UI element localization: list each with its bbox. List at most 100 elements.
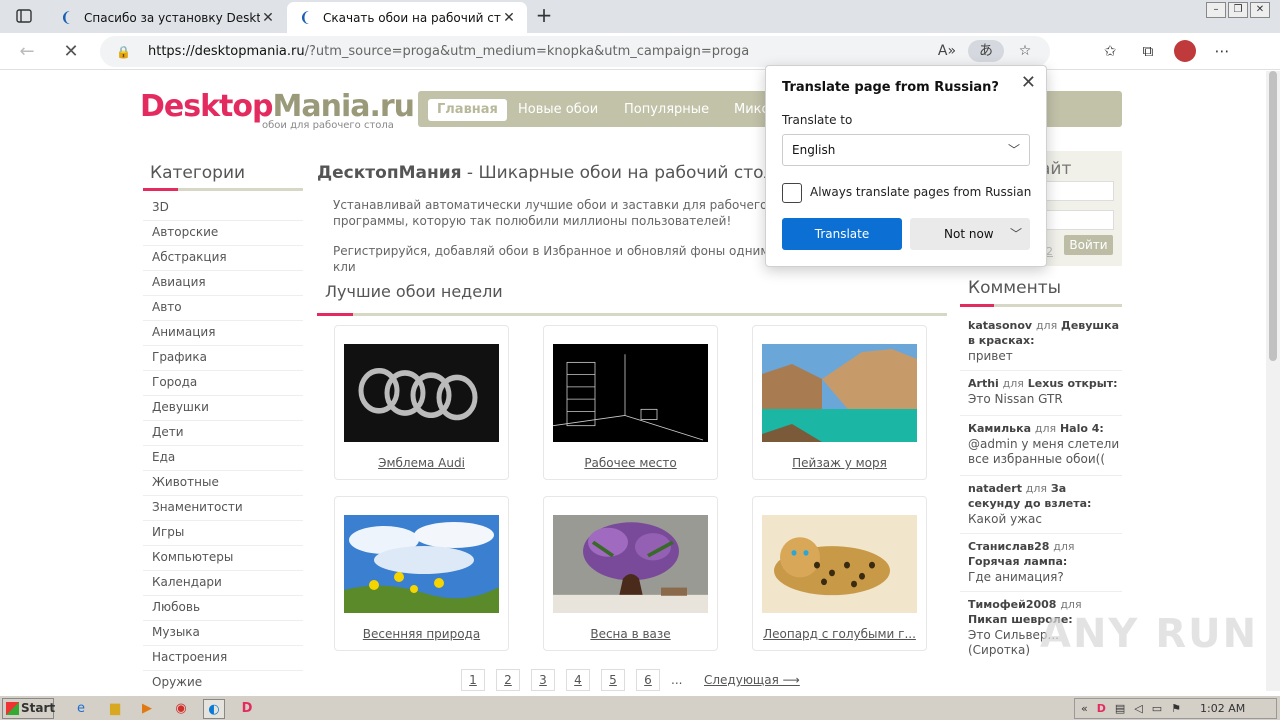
menu-home[interactable]: Главная [428,99,507,121]
close-icon[interactable]: ✕ [1021,72,1036,93]
close-icon[interactable]: ✕ [501,10,517,26]
wallpaper-card[interactable]: Леопард с голубыми г... [752,496,927,651]
category-link[interactable]: Еда [143,446,303,471]
menu-new[interactable]: Новые обои [509,99,607,121]
restore-icon[interactable]: ❐ [1228,2,1248,18]
desktopmania-tray-icon[interactable]: D [1097,702,1106,715]
category-link[interactable]: Абстракция [143,246,303,271]
category-link[interactable]: Города [143,371,303,396]
tab-thanks[interactable]: ❨ Спасибо за установку DesktopMania ✕ [48,2,286,33]
close-window-icon[interactable]: ✕ [1250,2,1270,18]
collections-icon[interactable]: ⧉ [1136,39,1160,63]
ie-icon[interactable]: e [70,699,92,719]
translate-icon[interactable]: あ [968,40,1004,62]
not-now-button[interactable]: Not now ﹀ [910,218,1030,250]
display-icon[interactable]: ▭ [1152,702,1162,715]
page-link[interactable]: 3 [531,669,555,691]
edge-icon[interactable]: ◐ [203,699,225,719]
next-page-link[interactable]: Следующая ⟶ [704,673,800,687]
favorites-icon[interactable]: ✩ [1098,39,1122,63]
more-menu-icon[interactable]: ⋯ [1210,39,1234,63]
read-aloud-icon[interactable]: A» [936,40,958,62]
comment-user[interactable]: Станислав28 [968,540,1049,553]
page-scrollbar[interactable] [1266,71,1280,691]
category-link[interactable]: Знаменитости [143,496,303,521]
comment-user[interactable]: Arthi [968,377,999,390]
language-select[interactable]: English ﹀ [782,134,1030,166]
password-field[interactable] [1040,210,1114,230]
wallpaper-card[interactable]: Эмблема Audi [334,325,509,480]
comment-target[interactable]: Halo 4 [1060,422,1099,435]
back-icon[interactable]: ← [14,39,40,65]
category-link[interactable]: Игры [143,521,303,546]
comment-target[interactable]: Lexus открыт [1028,377,1113,390]
comment-header[interactable]: Камилька для Halo 4: [968,421,1120,436]
flag-icon[interactable]: ⚑ [1171,702,1181,715]
category-link[interactable]: Животные [143,471,303,496]
wallpaper-caption[interactable]: Эмблема Audi [335,456,508,470]
category-link[interactable]: Оружие [143,671,303,691]
comment-user[interactable]: Камилька [968,422,1031,435]
folder-icon[interactable]: ▆ [104,699,126,719]
new-tab-button[interactable]: + [533,5,555,27]
comment-header[interactable]: natadert для За секунду до взлета: [968,481,1120,511]
wallpaper-caption[interactable]: Весна в вазе [544,627,717,641]
comment-user[interactable]: katasonov [968,319,1032,332]
category-link[interactable]: Календари [143,571,303,596]
menu-popular[interactable]: Популярные [615,99,718,121]
category-link[interactable]: Дети [143,421,303,446]
scrollbar-thumb[interactable] [1269,71,1277,361]
page-link[interactable]: 5 [601,669,625,691]
category-link[interactable]: Любовь [143,596,303,621]
login-field[interactable] [1040,181,1114,201]
login-button[interactable]: Войти [1064,235,1113,255]
close-icon[interactable]: ✕ [260,10,276,26]
wallpaper-card[interactable]: Рабочее место [543,325,718,480]
chevron-down-icon[interactable]: ﹀ [1010,218,1022,250]
page-link[interactable]: 1 [461,669,485,691]
wallpaper-card[interactable]: Весенняя природа [334,496,509,651]
desktopmania-icon[interactable]: D [236,699,258,719]
wallpaper-caption[interactable]: Леопард с голубыми г... [753,627,926,641]
category-link[interactable]: Графика [143,346,303,371]
chrome-icon[interactable]: ◉ [170,699,192,719]
category-link[interactable]: 3D [143,196,303,221]
category-link[interactable]: Компьютеры [143,546,303,571]
start-button[interactable]: Start [2,698,55,719]
category-link[interactable]: Авто [143,296,303,321]
wallpaper-card[interactable]: Весна в вазе [543,496,718,651]
volume-icon[interactable]: ◁ [1134,702,1142,715]
category-link[interactable]: Анимация [143,321,303,346]
network-icon[interactable]: ▤ [1115,702,1125,715]
translate-button[interactable]: Translate [782,218,902,250]
add-favorite-icon[interactable]: ☆ [1014,40,1036,62]
category-link[interactable]: Девушки [143,396,303,421]
wallpaper-caption[interactable]: Пейзаж у моря [753,456,926,470]
page-link[interactable]: 2 [496,669,520,691]
always-translate-checkbox[interactable] [782,183,802,203]
wallpaper-caption[interactable]: Рабочее место [544,456,717,470]
category-link[interactable]: Авиация [143,271,303,296]
tab-wallpapers[interactable]: ❨ Скачать обои на рабочий стол ✕ [287,2,527,33]
comment-header[interactable]: katasonov для Девушка в красках: [968,318,1120,348]
site-logo[interactable]: DesktopMania.ru обои для рабочего стола [140,89,415,131]
stop-loading-icon[interactable]: ✕ [58,39,84,65]
category-link[interactable]: Музыка [143,621,303,646]
page-link[interactable]: 4 [566,669,590,691]
tab-actions-icon[interactable] [8,5,40,27]
profile-avatar[interactable] [1174,40,1196,62]
url-field[interactable]: 🔒 https://desktopmania.ru/?utm_source=pr… [100,36,1050,67]
comment-user[interactable]: natadert [968,482,1022,495]
comment-header[interactable]: Станислав28 для Горячая лампа: [968,539,1120,569]
category-link[interactable]: Настроения [143,646,303,671]
wallpaper-caption[interactable]: Весенняя природа [335,627,508,641]
tray-expand-icon[interactable]: « [1081,702,1088,715]
media-player-icon[interactable]: ▶ [136,699,158,719]
wallpaper-card[interactable]: Пейзаж у моря [752,325,927,480]
comment-user[interactable]: Тимофей2008 [968,598,1056,611]
category-link[interactable]: Авторские [143,221,303,246]
comment-header[interactable]: Arthi для Lexus открыт: [968,376,1120,391]
minimize-icon[interactable]: – [1206,2,1226,18]
comment-target[interactable]: Горячая лампа [968,555,1063,568]
login-link[interactable]: 2 [1046,245,1053,258]
